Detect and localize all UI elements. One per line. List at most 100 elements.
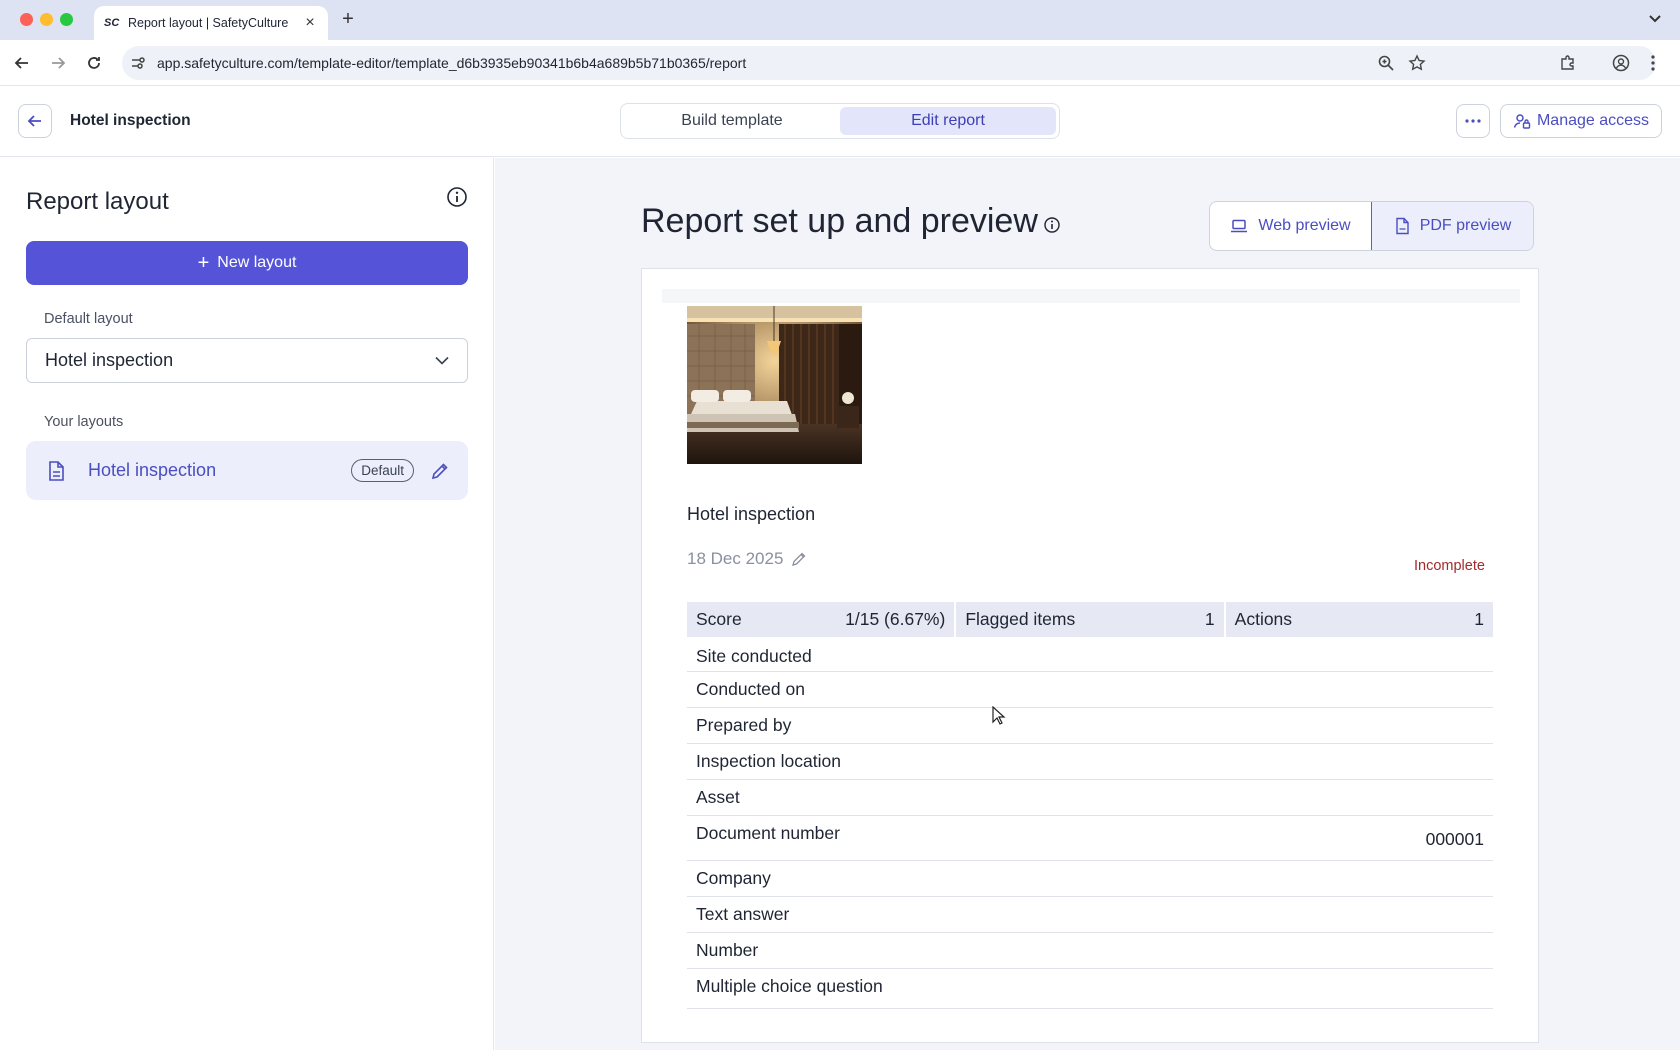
- field-row: Number: [687, 933, 1493, 969]
- summary-value: 1: [1474, 609, 1484, 629]
- default-layout-value: Hotel inspection: [45, 350, 174, 370]
- browser-tab-title: Report layout | SafetyCulture: [128, 16, 289, 30]
- report-preview-area: Report set up and preview Web preview PD…: [495, 158, 1680, 1050]
- field-label: Company: [696, 868, 771, 888]
- bookmark-star-icon[interactable]: [1408, 54, 1426, 72]
- summary-score: Score 1/15 (6.67%): [687, 602, 955, 637]
- field-label: Multiple choice question: [696, 976, 883, 996]
- report-date-row: 18 Dec 2025: [687, 549, 807, 569]
- browser-menu-kebab-icon[interactable]: [1650, 54, 1660, 72]
- more-options-button[interactable]: [1456, 104, 1490, 138]
- arrow-left-icon: [27, 115, 41, 127]
- field-label: Conducted on: [696, 679, 805, 699]
- safetyculture-favicon-icon: SC: [104, 17, 120, 29]
- field-label: Asset: [696, 787, 740, 807]
- status-badge: Incomplete: [1414, 558, 1485, 574]
- report-header-strip: [662, 289, 1520, 303]
- window-close-control[interactable]: [20, 13, 33, 26]
- tab-close-icon[interactable]: ×: [302, 14, 318, 32]
- your-layouts-label: Your layouts: [44, 414, 124, 430]
- pdf-preview-label: PDF preview: [1419, 217, 1512, 234]
- layout-item[interactable]: Hotel inspection Default: [26, 441, 468, 500]
- field-row: Company: [687, 861, 1493, 897]
- url-text: app.safetyculture.com/template-editor/te…: [157, 55, 747, 71]
- field-label: Inspection location: [696, 751, 841, 771]
- browser-tab[interactable]: SC Report layout | SafetyCulture ×: [94, 6, 328, 40]
- report-layout-sidebar: Report layout + New layout Default layou…: [0, 158, 494, 1050]
- profile-avatar-icon[interactable]: [1612, 54, 1630, 72]
- field-row: Inspection location: [687, 744, 1493, 780]
- edit-pencil-icon[interactable]: [430, 461, 450, 481]
- document-number-value: 000001: [1425, 829, 1484, 849]
- new-layout-button[interactable]: + New layout: [26, 241, 468, 285]
- page-title: Report set up and preview: [641, 202, 1038, 240]
- default-layout-label: Default layout: [44, 311, 133, 327]
- field-label: Document number: [696, 823, 840, 843]
- browser-tab-bar: SC Report layout | SafetyCulture × +: [0, 0, 1680, 40]
- preview-mode-toggle: Web preview PDF preview: [1209, 201, 1534, 251]
- back-button[interactable]: [18, 104, 52, 138]
- field-row: Multiple choice question: [687, 969, 1493, 1009]
- report-date: 18 Dec 2025: [687, 549, 784, 568]
- field-label: Site conducted: [696, 646, 812, 666]
- tab-search-chevron-icon[interactable]: [1644, 8, 1666, 30]
- default-layout-select[interactable]: Hotel inspection: [26, 338, 468, 383]
- zoom-icon[interactable]: [1377, 54, 1395, 72]
- web-preview-label: Web preview: [1258, 217, 1351, 234]
- summary-flagged-items: Flagged items 1: [956, 602, 1224, 637]
- field-row: Asset: [687, 780, 1493, 816]
- pdf-document-icon: [1396, 217, 1409, 235]
- field-label: Number: [696, 940, 759, 960]
- field-label: Text answer: [696, 904, 790, 924]
- pdf-preview-button[interactable]: PDF preview: [1371, 202, 1533, 250]
- layout-name: Hotel inspection: [88, 460, 217, 480]
- template-title: Hotel inspection: [70, 112, 191, 129]
- summary-label: Actions: [1234, 609, 1293, 629]
- user-lock-icon: [1513, 114, 1531, 129]
- report-field-list: Site conducted Conducted on Prepared by …: [687, 639, 1493, 1009]
- forward-arrow-icon[interactable]: [47, 52, 69, 74]
- site-settings-icon[interactable]: [130, 55, 146, 71]
- report-summary-row: Score 1/15 (6.67%) Flagged items 1 Actio…: [687, 602, 1493, 637]
- field-row: Conducted on: [687, 672, 1493, 708]
- tab-edit-report[interactable]: Edit report: [840, 107, 1056, 135]
- sidebar-title: Report layout: [26, 188, 169, 215]
- info-icon[interactable]: [446, 186, 468, 208]
- manage-access-label: Manage access: [1536, 112, 1650, 129]
- back-arrow-icon[interactable]: [11, 52, 33, 74]
- edit-pencil-icon[interactable]: [791, 551, 807, 567]
- default-badge: Default: [351, 459, 414, 482]
- editor-mode-switch: Build template Edit report: [620, 103, 1060, 139]
- web-preview-button[interactable]: Web preview: [1210, 202, 1371, 250]
- plus-icon: +: [197, 252, 210, 274]
- chevron-down-icon: [435, 356, 449, 365]
- info-icon[interactable]: [1043, 216, 1061, 234]
- manage-access-button[interactable]: Manage access: [1500, 104, 1662, 138]
- more-horizontal-icon: [1465, 119, 1481, 123]
- window-minimize-control[interactable]: [40, 13, 53, 26]
- summary-label: Score: [696, 609, 742, 629]
- field-label: Prepared by: [696, 715, 792, 735]
- summary-value: 1/15 (6.67%): [845, 609, 946, 629]
- app-header: Hotel inspection Build template Edit rep…: [0, 87, 1680, 157]
- field-row: Text answer: [687, 897, 1493, 933]
- extensions-puzzle-icon[interactable]: [1559, 54, 1577, 72]
- browser-address-bar: app.safetyculture.com/template-editor/te…: [0, 40, 1680, 86]
- report-title: Hotel inspection: [687, 504, 816, 524]
- document-icon: [44, 459, 68, 483]
- summary-label: Flagged items: [965, 609, 1076, 629]
- summary-value: 1: [1204, 609, 1215, 629]
- new-layout-label: New layout: [217, 254, 297, 271]
- new-tab-icon[interactable]: +: [336, 8, 360, 31]
- field-row: Document number 000001: [687, 816, 1493, 861]
- hotel-room-image: [687, 306, 862, 464]
- url-field[interactable]: app.safetyculture.com/template-editor/te…: [122, 46, 1656, 80]
- field-row: Site conducted: [687, 639, 1493, 672]
- report-preview-card: Hotel inspection 18 Dec 2025 Incomplete …: [641, 268, 1539, 1043]
- summary-actions: Actions 1: [1225, 602, 1493, 637]
- tab-build-template[interactable]: Build template: [624, 107, 840, 135]
- window-zoom-control[interactable]: [60, 13, 73, 26]
- field-row: Prepared by: [687, 708, 1493, 744]
- reload-icon[interactable]: [83, 52, 105, 74]
- mouse-cursor-icon: [992, 706, 1006, 725]
